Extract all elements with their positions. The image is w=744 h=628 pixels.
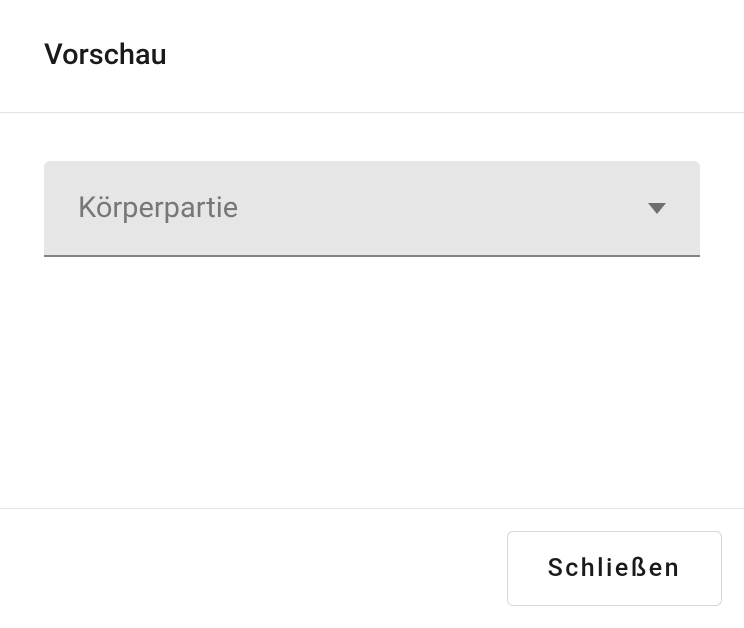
dialog-header: Vorschau bbox=[0, 0, 744, 113]
dialog-content: Körperpartie bbox=[0, 113, 744, 508]
close-button[interactable]: Schließen bbox=[507, 531, 722, 606]
select-placeholder: Körperpartie bbox=[78, 191, 238, 225]
body-part-select[interactable]: Körperpartie bbox=[44, 161, 700, 257]
page-title: Vorschau bbox=[44, 38, 700, 72]
chevron-down-icon bbox=[648, 203, 666, 214]
dialog-footer: Schließen bbox=[0, 508, 744, 628]
